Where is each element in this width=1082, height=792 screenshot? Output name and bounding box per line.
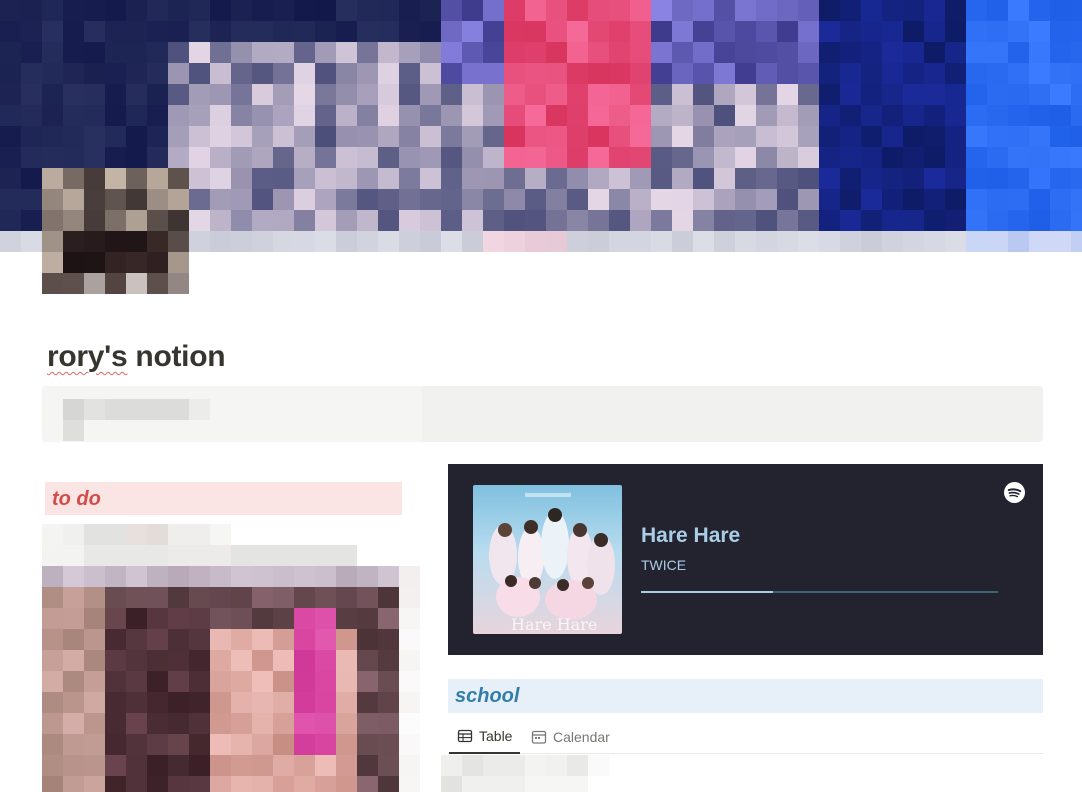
svg-text:Hare Hare: Hare Hare: [511, 615, 597, 634]
callout-block[interactable]: [42, 386, 1043, 442]
playback-progress-fill: [641, 591, 774, 593]
page-icon[interactable]: [42, 168, 189, 294]
spotify-icon[interactable]: [1004, 482, 1025, 503]
playback-progress-bar[interactable]: [641, 591, 998, 593]
todo-heading: to do: [45, 482, 402, 515]
tab-calendar-label: Calendar: [553, 729, 610, 745]
tab-table[interactable]: Table: [449, 720, 521, 754]
page-title-rest: notion: [127, 340, 226, 373]
calendar-icon: [531, 730, 547, 744]
table-icon: [457, 729, 473, 743]
track-title[interactable]: Hare Hare: [641, 524, 740, 548]
database-view-tabs: Table Calendar: [448, 720, 1043, 754]
page-title[interactable]: rory's notion: [47, 336, 226, 378]
school-heading: school: [448, 679, 1043, 713]
album-art[interactable]: Hare Hare: [473, 485, 622, 634]
tab-calendar[interactable]: Calendar: [523, 720, 618, 754]
school-table-redacted-rows: [441, 755, 611, 792]
tab-table-label: Table: [479, 728, 513, 744]
track-artist[interactable]: TWICE: [641, 557, 686, 573]
callout-redacted-content: [42, 386, 422, 442]
todo-redacted-text: [42, 524, 362, 566]
spotify-embed[interactable]: Hare Hare Hare Hare TWICE: [448, 464, 1043, 655]
page-title-word: rory's: [47, 340, 128, 373]
gallery-image[interactable]: [42, 566, 420, 792]
